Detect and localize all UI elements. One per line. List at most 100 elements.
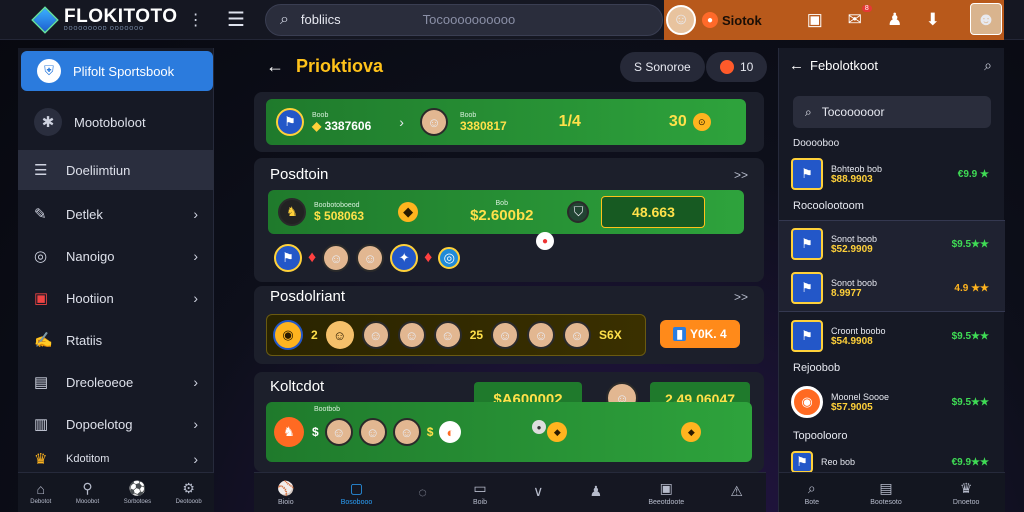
cube-icon xyxy=(31,5,59,34)
sidebar-item-2[interactable]: ☰ Doeliimtiun xyxy=(18,150,214,190)
search-bar[interactable]: ⌕ fobliics Tocoooooooooo xyxy=(264,3,663,36)
square-icon: ▣ xyxy=(34,290,49,307)
nav-item[interactable]: ◌ xyxy=(418,484,426,502)
item-odd: €9.9 ★ xyxy=(957,168,989,180)
nav-item[interactable]: ▭ Boib xyxy=(473,480,487,506)
nav-label: Beeotdoote xyxy=(648,498,685,506)
nav-item[interactable]: ▣ Beeotdoote xyxy=(648,480,684,506)
search-query: fobliics xyxy=(300,12,341,27)
left-label: Boob xyxy=(312,111,329,119)
back-arrow-icon[interactable]: ← xyxy=(266,56,284,77)
nav-settings[interactable]: ⚙ Deotooob xyxy=(176,480,202,505)
file-icon: ▥ xyxy=(34,416,49,433)
right-list-item[interactable]: ⚑ Bohteob bob $88.9903 €9.9 ★ xyxy=(791,154,995,194)
sidebar-item-9[interactable]: ♛ Kdotitom › xyxy=(18,444,214,474)
spinner-icon: ◌ xyxy=(418,483,427,500)
fire-icon xyxy=(720,60,734,74)
nav-label: Debotot xyxy=(30,498,52,505)
right-list-item[interactable]: ⚑ Reo bob €9.9★★ xyxy=(791,450,995,474)
dollar-icon: $ xyxy=(426,425,434,439)
search-icon[interactable]: ⌕ xyxy=(984,57,992,74)
right-list-item[interactable]: ⚑ Sonot boob 8.9977 4.9 ★★ xyxy=(791,268,995,308)
odd-1[interactable]: 1/4 xyxy=(559,113,581,131)
right-list-item[interactable]: ◉ Moonel Soooe $57.9005 $9.5★★ xyxy=(791,382,995,422)
player-avatar[interactable]: ☺ xyxy=(356,244,385,272)
sidebar-item-sportsbook[interactable]: ⛨ Plifolt Sportsbook xyxy=(21,51,213,91)
user-add-icon[interactable]: ♟ xyxy=(882,7,908,33)
alert-icon: ⚠ xyxy=(730,483,743,499)
nav-item[interactable]: ♟ xyxy=(590,483,603,502)
image-icon[interactable]: ▣ xyxy=(802,7,828,33)
chat-icon[interactable]: ✉ 8 xyxy=(842,5,872,33)
counter-pill[interactable]: 10 xyxy=(706,52,768,82)
section-2-row[interactable]: ◉ 2 ☺ ☺ ☺ ☺ 25 ☺ ☺ ☺ S6X xyxy=(266,314,646,356)
nav-item[interactable]: ∨ xyxy=(533,483,543,502)
section-3-card[interactable]: Bootbob ♞ $ ☺ ☺ ☺ $ ◐ ◆ ◆ xyxy=(266,402,752,462)
coin-icon: ◆ xyxy=(547,422,568,442)
team-badge-icon[interactable]: ✦ xyxy=(390,244,419,272)
sidebar-item-4[interactable]: ◎ Nanoigo › xyxy=(18,236,214,276)
nav-item[interactable]: ⚠ xyxy=(730,483,743,502)
sidebar-item-3[interactable]: ✎ Detlek › xyxy=(18,194,214,234)
nav-label: Mooobot xyxy=(75,499,100,505)
globe-icon[interactable]: ◎ xyxy=(438,247,461,269)
mid-value: $2.600b2 xyxy=(470,207,534,224)
player-avatar: ☺ xyxy=(419,108,448,136)
nav-item[interactable]: ♛ Dnoetoo xyxy=(953,480,979,506)
chevron-right-icon: › xyxy=(193,416,198,432)
right-list-item[interactable]: ⚑ Croont boobo $54.9908 $9.5★★ xyxy=(791,316,995,356)
item-odd: €9.9★★ xyxy=(951,456,989,468)
team-badge-icon: ⚑ xyxy=(791,320,823,352)
section-2-more[interactable]: >> xyxy=(734,290,748,304)
search-icon: ⌕ xyxy=(279,10,289,28)
user-avatar[interactable]: ☺ xyxy=(666,5,696,35)
team-badge-icon: ♞ xyxy=(278,198,306,226)
bet-button[interactable]: ▮ Y0K. 4 xyxy=(660,320,740,348)
odd-box[interactable]: 48.663 xyxy=(601,196,706,228)
hamburger-icon[interactable]: ☰ xyxy=(227,7,245,32)
nav-label: Sorbotoes xyxy=(123,499,152,505)
odd-2[interactable]: 30 xyxy=(669,113,687,131)
list-icon: ☰ xyxy=(34,162,48,179)
player-avatar[interactable]: ☺ xyxy=(322,244,351,272)
sidebar-item-label: Doeliimtiun xyxy=(66,162,131,178)
nav-item[interactable]: ▢ Bosobooo xyxy=(341,480,373,506)
team-badge-icon[interactable]: ⚑ xyxy=(274,244,302,272)
ball-icon: ⚾ xyxy=(277,479,295,496)
back-arrow-icon[interactable]: ← xyxy=(789,57,804,74)
main-bottom-nav: ⚾ Bioio ▢ Bosobooo ◌ ▭ Boib ∨ ♟ ▣ Beeotdoote… xyxy=(254,472,766,512)
box-icon: ▭ xyxy=(473,479,487,496)
nav-sports[interactable]: ⚽ Sorbotoes xyxy=(124,480,151,505)
right-list-item[interactable]: ⚑ Sonot boob $52.9909 $9.5★★ xyxy=(791,224,995,264)
nav-item[interactable]: ▤ Bootesoto xyxy=(870,480,902,506)
doc-icon: ▤ xyxy=(34,374,49,391)
shield-icon: ⛨ xyxy=(37,59,61,83)
brand-logo[interactable]: FLOKITOTO DOOOOOOOD OOOOOOO ⋮ xyxy=(0,5,215,34)
sidebar-item-5[interactable]: ▣ Hootiion › xyxy=(18,278,214,318)
profile-avatar[interactable]: ☻ xyxy=(970,3,1002,35)
sidebar-item-8[interactable]: ▥ Dopoelotog › xyxy=(18,404,214,444)
sidebar-item-6[interactable]: ✍ Rtatiis xyxy=(18,320,214,360)
card-label: Boobotoboeod xyxy=(314,201,360,209)
section-1-more[interactable]: >> xyxy=(734,168,748,182)
sort-pill[interactable]: S Sonoroe xyxy=(620,52,705,82)
featured-row[interactable]: ⚑ Boob ◆ 3387606 › ☺ Boob 3380817 1/4 30… xyxy=(266,99,746,145)
right-search-input[interactable]: ⌕ Tocoooooor xyxy=(793,96,991,128)
nav-home[interactable]: ⌂ Debotot xyxy=(30,481,51,505)
nav-label: Boib xyxy=(472,498,487,506)
item-name: Reo bob xyxy=(821,457,856,467)
nav-item[interactable]: ⌕ Bote xyxy=(805,480,819,506)
kebab-icon[interactable]: ⋮ xyxy=(188,10,204,30)
nav-item[interactable]: ⚾ Bioio xyxy=(277,480,294,506)
download-icon[interactable]: ⬇ xyxy=(920,7,946,33)
status-chip[interactable]: ● Siotok xyxy=(702,12,762,28)
sidebar-item-label: Kdotitom xyxy=(66,453,110,465)
status-label: Siotok xyxy=(722,12,762,28)
sidebar-item-7[interactable]: ▤ Dreoleoeoe › xyxy=(18,362,214,402)
user-zone: ☺ ● Siotok ▣ ✉ 8 ♟ ⬇ xyxy=(664,0,1004,40)
nav-location[interactable]: ⚲ Mooobot xyxy=(76,480,99,505)
sidebar-item-1[interactable]: ✱ Mootoboloot xyxy=(18,102,214,142)
right-panel: ← Febolotkoot ⌕ ⌕ Tocoooooor Dooooboo ⚑ … xyxy=(778,48,1005,512)
wrench-icon: ✎ xyxy=(34,206,47,223)
section-1-card[interactable]: ♞ Boobotoboeod $ 508063 ◆ Bob $2.600b2 ⛉… xyxy=(268,190,744,234)
